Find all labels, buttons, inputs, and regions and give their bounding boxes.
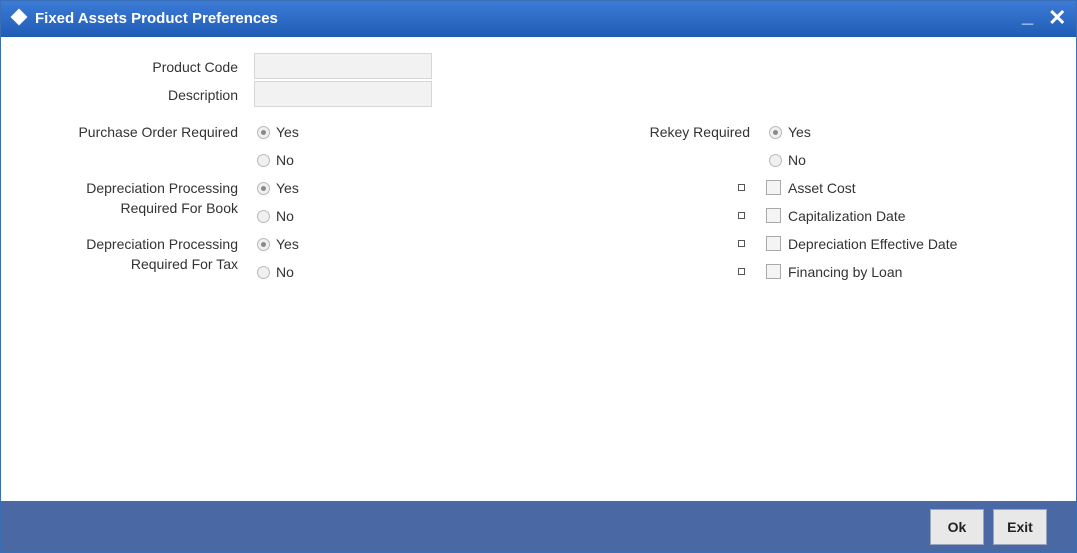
dep-tax-label-line2: Required For Tax [130,256,238,272]
dep-tax-yes-radio[interactable] [257,238,270,251]
dep-tax-yes-label: Yes [276,236,299,252]
dep-tax-no-label: No [276,264,294,280]
dep-book-no-label: No [276,208,294,224]
financing-by-loan-marker-icon [738,268,745,275]
footer-bar: Ok Exit [1,501,1076,552]
purchase-order-no-label: No [276,152,294,168]
exit-button[interactable]: Exit [993,509,1047,545]
dep-effective-date-checkbox[interactable] [766,236,781,251]
capitalization-date-label: Capitalization Date [788,208,906,224]
description-label: Description [167,87,238,103]
dep-book-yes-radio[interactable] [257,182,270,195]
description-input[interactable] [254,81,432,107]
purchase-order-yes-label: Yes [276,124,299,140]
asset-cost-checkbox[interactable] [766,180,781,195]
diamond-icon [10,8,28,26]
asset-cost-label: Asset Cost [788,180,856,196]
dep-tax-label-line1: Depreciation Processing [86,236,238,252]
close-button[interactable]: ✕ [1048,5,1066,31]
purchase-order-yes-radio[interactable] [257,126,270,139]
purchase-order-label: Purchase Order Required [78,124,238,140]
preferences-window: Fixed Assets Product Preferences _ ✕ Pro… [0,0,1077,553]
purchase-order-no-radio[interactable] [257,154,270,167]
dep-book-yes-label: Yes [276,180,299,196]
rekey-no-label: No [788,152,806,168]
dep-book-label-line2: Required For Book [120,200,238,216]
capitalization-date-marker-icon [738,212,745,219]
dep-book-no-radio[interactable] [257,210,270,223]
dep-effective-date-label: Depreciation Effective Date [788,236,958,252]
rekey-yes-radio[interactable] [769,126,782,139]
product-code-label: Product Code [152,59,238,75]
window-title: Fixed Assets Product Preferences [35,10,278,27]
ok-button[interactable]: Ok [930,509,984,545]
product-code-input[interactable] [254,53,432,79]
capitalization-date-checkbox[interactable] [766,208,781,223]
rekey-yes-label: Yes [788,124,811,140]
dep-effective-date-marker-icon [738,240,745,247]
title-bar: Fixed Assets Product Preferences _ ✕ [1,1,1076,37]
rekey-no-radio[interactable] [769,154,782,167]
financing-by-loan-label: Financing by Loan [788,264,903,280]
rekey-label: Rekey Required [649,124,750,140]
dep-tax-no-radio[interactable] [257,266,270,279]
asset-cost-marker-icon [738,184,745,191]
minimize-button[interactable]: _ [1022,3,1033,29]
dep-book-label-line1: Depreciation Processing [86,180,238,196]
financing-by-loan-checkbox[interactable] [766,264,781,279]
